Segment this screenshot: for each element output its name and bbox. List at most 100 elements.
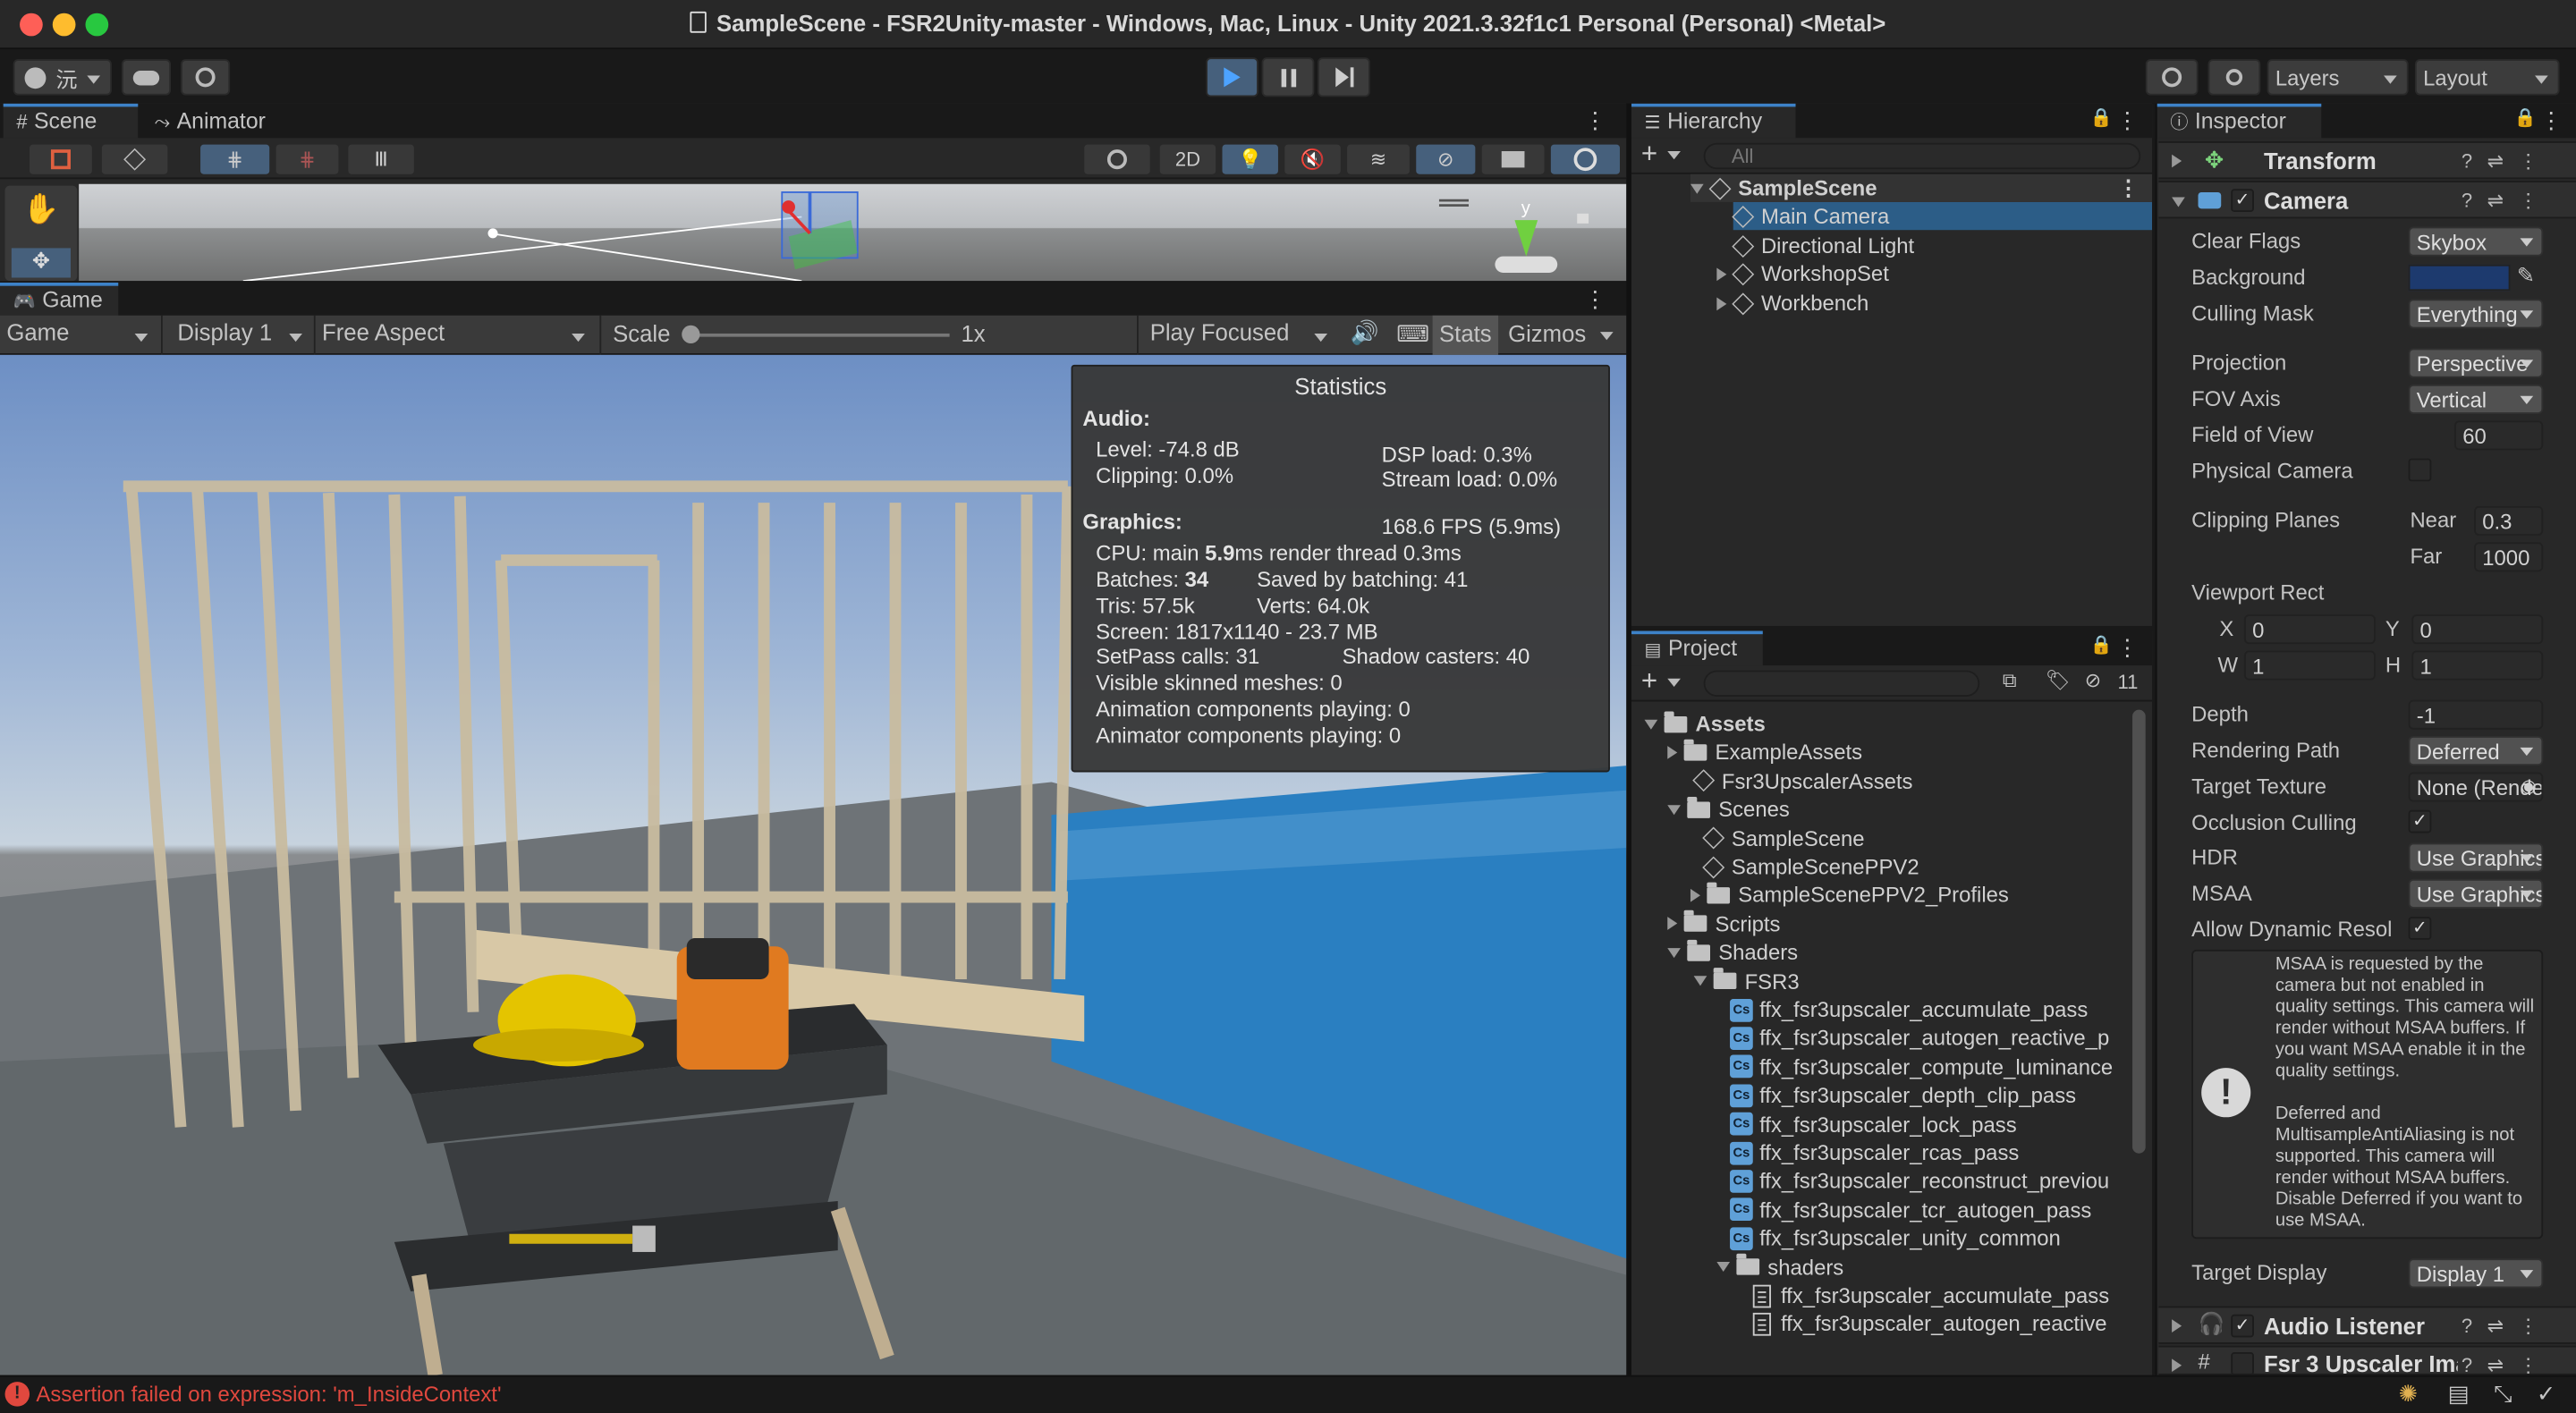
- keyboard-icon[interactable]: ⌨: [1396, 320, 1429, 348]
- target-display-select[interactable]: Display 1: [2408, 1258, 2544, 1289]
- game-menu-icon[interactable]: ⋮: [1584, 286, 1607, 314]
- grid-snap-button[interactable]: ⋕: [200, 144, 270, 174]
- projection-select[interactable]: Perspective: [2408, 348, 2544, 378]
- component-help-icons[interactable]: ?⇌⋮: [2462, 149, 2553, 173]
- lighting-toggle[interactable]: 💡: [1222, 144, 1278, 174]
- expand-icon[interactable]: [1644, 718, 1658, 729]
- allow-dynamic-checkbox[interactable]: ✓: [2408, 917, 2432, 940]
- tab-animator[interactable]: ⤳ Animator: [141, 104, 299, 139]
- fsr-component-header[interactable]: # Fsr 3 Upscaler Imageeffect ?⇌⋮: [2158, 1345, 2576, 1375]
- project-item[interactable]: Scenes: [1667, 796, 1790, 824]
- increment-snap-button[interactable]: ⋕: [275, 144, 339, 174]
- viewport-w-input[interactable]: 1: [2243, 650, 2376, 681]
- effects-toggle[interactable]: ≋: [1347, 144, 1410, 174]
- audio-mute-icon[interactable]: 🔊: [1351, 318, 1379, 346]
- scene-gizmo-y-axis[interactable]: [1514, 220, 1538, 257]
- add-dropdown-icon[interactable]: [1667, 151, 1681, 160]
- project-item[interactable]: ffx_fsr3upscaler_accumulate_pass: [1752, 1282, 2109, 1309]
- account-dropdown[interactable]: 沅: [13, 59, 112, 96]
- viewport-x-input[interactable]: 0: [2243, 614, 2376, 645]
- clear-flags-select[interactable]: Skybox: [2408, 226, 2544, 257]
- scene-menu-icon[interactable]: ⋮: [2118, 175, 2140, 201]
- msaa-select[interactable]: Use Graphics Settings: [2408, 878, 2544, 909]
- gizmos-toggle[interactable]: [1550, 144, 1620, 174]
- tab-project[interactable]: ▤ Project: [1631, 630, 1763, 666]
- camera-settings-button[interactable]: [1481, 144, 1545, 174]
- scene-row[interactable]: SampleScene ⋮: [1690, 173, 2153, 202]
- viewport-y-input[interactable]: 0: [2411, 614, 2544, 645]
- scene-menu-icon[interactable]: ⋮: [1584, 106, 1607, 134]
- audio-toggle[interactable]: 🔇: [1284, 144, 1341, 174]
- far-input[interactable]: 1000: [2474, 542, 2544, 572]
- stats-toggle[interactable]: Stats: [1432, 315, 1499, 355]
- project-item[interactable]: SampleScenePPV2: [1702, 853, 1919, 881]
- hierarchy-item[interactable]: WorkshopSet: [1716, 259, 1889, 287]
- component-help-icons[interactable]: ?⇌⋮: [2462, 1315, 2553, 1338]
- filter-type-icon[interactable]: ⧉: [2003, 669, 2017, 694]
- project-item[interactable]: Cs ffx_fsr3upscaler_lock_pass: [1730, 1110, 2017, 1138]
- display-select[interactable]: Display 1: [177, 318, 312, 351]
- history-button[interactable]: [2145, 59, 2199, 96]
- visibility-toggle[interactable]: ⊘: [1416, 144, 1476, 174]
- project-item[interactable]: ffx_fsr3upscaler_autogen_reactive: [1752, 1310, 2107, 1338]
- camera-component-header[interactable]: ✓ Camera ?⇌⋮: [2158, 181, 2576, 219]
- add-icon[interactable]: +: [1641, 665, 1657, 698]
- camera-enabled-checkbox[interactable]: ✓: [2231, 189, 2254, 212]
- hierarchy-item[interactable]: Main Camera: [1732, 201, 2153, 231]
- gizmos-dropdown-icon[interactable]: [1599, 332, 1614, 341]
- aspect-select[interactable]: Free Aspect: [322, 318, 595, 351]
- pause-button[interactable]: [1261, 57, 1315, 97]
- fov-axis-select[interactable]: Vertical: [2408, 384, 2544, 414]
- expand-icon[interactable]: [1693, 976, 1707, 986]
- tab-scene[interactable]: # Scene: [3, 103, 139, 139]
- target-texture-field[interactable]: None (Render Texture)◉: [2408, 772, 2544, 802]
- hierarchy-search-input[interactable]: All: [1703, 142, 2141, 170]
- project-item[interactable]: Scripts: [1667, 910, 1780, 937]
- layers-dropdown[interactable]: Layers: [2267, 59, 2409, 96]
- add-icon[interactable]: +: [1641, 138, 1657, 171]
- hidden-packages-icon[interactable]: ⊘: [2085, 669, 2101, 692]
- audio-listener-checkbox[interactable]: ✓: [2231, 1314, 2254, 1338]
- game-view-select[interactable]: Game: [6, 318, 157, 351]
- scale-slider-thumb[interactable]: [682, 325, 700, 343]
- lock-icon[interactable]: 🔒: [2514, 106, 2537, 128]
- add-dropdown-icon[interactable]: [1667, 678, 1681, 687]
- audio-listener-header[interactable]: 🎧 ✓ Audio Listener ?⇌⋮: [2158, 1306, 2576, 1344]
- project-scrollbar[interactable]: [2132, 709, 2146, 1154]
- draw-mode-button[interactable]: [101, 144, 168, 174]
- object-picker-icon[interactable]: ◉: [2521, 775, 2537, 797]
- collapse-icon[interactable]: [1690, 888, 1700, 902]
- hierarchy-item[interactable]: Directional Light: [1732, 232, 1914, 259]
- expand-icon[interactable]: [1667, 947, 1681, 958]
- fsr-enabled-checkbox[interactable]: [2231, 1352, 2254, 1374]
- layout-dropdown[interactable]: Layout: [2414, 59, 2560, 96]
- project-item[interactable]: Assets: [1644, 710, 1766, 738]
- bug-icon[interactable]: ✺: [2399, 1380, 2419, 1408]
- viewport-h-input[interactable]: 1: [2411, 650, 2544, 681]
- move-tool-icon[interactable]: ✥: [11, 248, 71, 278]
- progress-icon[interactable]: ⤡: [2494, 1380, 2512, 1408]
- project-search-input[interactable]: [1703, 670, 1980, 697]
- hierarchy-item[interactable]: Workbench: [1716, 289, 1868, 317]
- project-item[interactable]: SampleScene: [1702, 825, 1865, 852]
- project-item[interactable]: Cs ffx_fsr3upscaler_accumulate_pass: [1730, 995, 2088, 1023]
- lock-icon[interactable]: 🔒: [2090, 634, 2113, 656]
- physical-camera-checkbox[interactable]: [2408, 458, 2432, 482]
- expand-icon[interactable]: [1667, 804, 1681, 815]
- field-of-view-input[interactable]: 60: [2454, 420, 2544, 451]
- cache-server-icon[interactable]: ▤: [2448, 1380, 2470, 1408]
- label-icon[interactable]: 🏷: [2046, 669, 2071, 692]
- culling-mask-select[interactable]: Everything: [2408, 299, 2544, 329]
- shading-button[interactable]: [1084, 144, 1150, 174]
- project-item[interactable]: Cs ffx_fsr3upscaler_rcas_pass: [1730, 1138, 2019, 1166]
- hand-tool-icon[interactable]: ✋: [12, 192, 71, 232]
- search-button[interactable]: [2207, 59, 2261, 96]
- ruler-button[interactable]: Ⅲ: [348, 144, 414, 174]
- check-circle-icon[interactable]: ✓: [2537, 1380, 2556, 1408]
- hierarchy-menu-icon[interactable]: ⋮: [2116, 106, 2140, 134]
- tab-inspector[interactable]: ⓘ Inspector: [2157, 103, 2322, 139]
- 2d-toggle[interactable]: 2D: [1159, 144, 1216, 174]
- tab-hierarchy[interactable]: ☰ Hierarchy: [1631, 103, 1796, 139]
- lock-icon[interactable]: 🔒: [2090, 106, 2113, 128]
- project-item[interactable]: Cs ffx_fsr3upscaler_tcr_autogen_pass: [1730, 1196, 2091, 1223]
